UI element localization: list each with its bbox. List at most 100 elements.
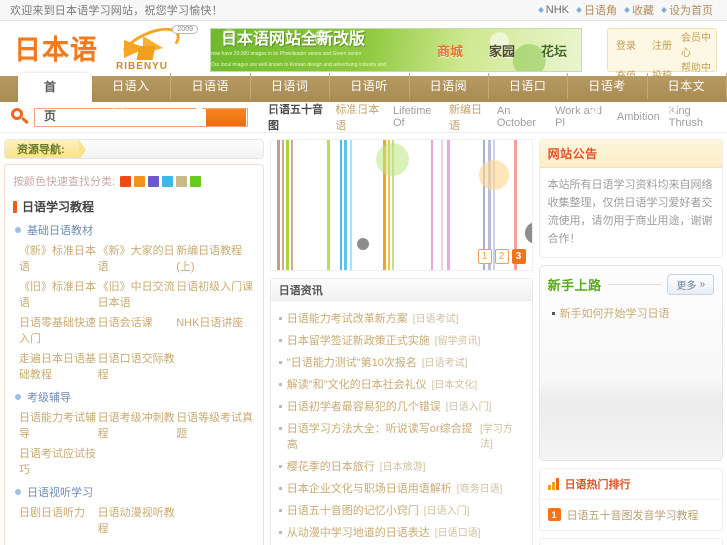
news-item[interactable]: 日本企业文化与职场日语用语解析 [商务日语] — [278, 477, 524, 499]
news-item[interactable]: 日本留学签证新政策正式实施 [留学资讯] — [278, 329, 524, 351]
quicklink-register[interactable]: 注册 — [651, 37, 673, 52]
nav-tab-listening[interactable]: 日语听力 — [330, 73, 410, 119]
sidebar-link[interactable]: NHK日语讲座 — [176, 314, 255, 346]
news-item[interactable]: 日语能力考试改革新方案 [日语考试] — [278, 307, 524, 329]
news-source: [留学资讯] — [434, 336, 481, 347]
hot-keywords: 日语五十音图 标准日本语 Lifetime Of 新编日语 An October… — [268, 101, 721, 133]
diamond-bullet-icon — [537, 7, 544, 13]
newbie-item[interactable]: 新手如何开始学习日语 — [548, 305, 714, 321]
hot-keyword[interactable]: An October — [497, 105, 546, 129]
sidebar-link[interactable]: 《旧》中日交流日本语 — [98, 278, 177, 310]
site-logo[interactable]: 日本语 RIBENYU 2009 — [14, 19, 198, 75]
banner-title: 日本语网站全新改版 — [221, 30, 366, 48]
sidebar-link[interactable]: 日语考试应试技巧 — [19, 445, 98, 477]
slideshow-page-2[interactable]: 2 — [494, 249, 509, 264]
sidebar-panel: 按颜色快速查找分类: 日语学习教程 基础日语教材 《新》标准日本语 《新》大家的… — [4, 164, 264, 545]
quicklink-member-center[interactable]: 会员中心 — [680, 29, 716, 59]
sidebar-link[interactable]: 日语零基础快速入门 — [19, 314, 98, 346]
bullet-dot-icon — [15, 489, 21, 495]
slideshow-page-1[interactable]: 1 — [477, 249, 492, 264]
banner-link-mall[interactable]: 商城 — [437, 41, 463, 60]
color-swatch-cyan[interactable] — [162, 175, 174, 187]
color-swatch-green[interactable] — [190, 175, 202, 187]
top-link-label: NHK — [545, 4, 569, 16]
news-title: 从动漫中学习地道的日语表达 — [286, 527, 430, 539]
news-title: 樱花季的日本旅行 — [286, 461, 375, 473]
sidebar-link[interactable]: 日语会话课 — [98, 314, 177, 346]
sidebar-link[interactable]: 日语考级冲刺教程 — [98, 409, 177, 441]
search-submit-button[interactable] — [205, 108, 246, 126]
nav-tab-home[interactable]: 首 页 — [18, 73, 93, 123]
top-link-favorites[interactable]: 收藏 — [623, 2, 658, 18]
sidebar-link[interactable]: 《新》大家的日语 — [98, 242, 177, 274]
news-item[interactable]: 解读"和"文化的日本社会礼仪 [日本文化] — [278, 373, 524, 395]
nav-tab-reading[interactable]: 日语阅读 — [410, 73, 489, 119]
news-item[interactable]: 日语学习方法大全：听说读写or综合提高 [学习方法] — [278, 417, 524, 455]
nav-tab-vocabulary[interactable]: 日语词汇 — [251, 73, 331, 119]
nav-tab-exams[interactable]: 日语考试 — [568, 73, 648, 119]
sidebar-link[interactable]: 日语能力考试辅导 — [19, 409, 98, 441]
news-title: 解读"和"文化的日本社会礼仪 — [286, 379, 427, 391]
top-link-japanese-corner[interactable]: 日语角 — [575, 2, 621, 18]
news-item[interactable]: 日语五十音图的记忆小窍门 [日语入门] — [278, 499, 524, 521]
logo-mark-icon: RIBENYU 2009 — [110, 19, 198, 75]
main-content: 1 2 3 日语资讯 日语能力考试改革新方案 [日语考试] 日本留学签证新政策正式… — [269, 139, 533, 545]
notice-body: 本站所有日语学习资料均来自网络收集整理，仅供日语学习爱好者交流使用，请勿用于商业… — [547, 179, 713, 246]
top-link-set-homepage[interactable]: 设为首页 — [660, 2, 717, 18]
sidebar-link[interactable]: 日语初级入门课 — [176, 278, 255, 310]
news-list: 日语能力考试改革新方案 [日语考试] 日本留学签证新政策正式实施 [留学资讯] "日… — [271, 301, 532, 545]
banner-link-forum[interactable]: 花坛 — [541, 41, 567, 60]
news-title: 日本留学签证新政策正式实施 — [286, 335, 430, 347]
notice-title: 网站公告 — [539, 140, 722, 168]
search-field-wrapper — [34, 107, 248, 127]
color-filter-label: 按颜色快速查找分类: — [13, 176, 116, 188]
section-title-text: 日语学习教程 — [22, 200, 95, 214]
sidebar-link[interactable]: 日语等级考试真题 — [176, 409, 255, 441]
news-panel: 日语资讯 日语能力考试改革新方案 [日语考试] 日本留学签证新政策正式实施 [留学资… — [269, 278, 533, 545]
promo-banner[interactable]: 日本语网站全新改版 now have 20,000 images in its … — [210, 28, 582, 72]
news-item[interactable]: 日语初学者最容易犯的几个错误 [日语入门] — [278, 395, 524, 417]
news-source: [商务日语] — [456, 484, 503, 495]
slideshow-page-3[interactable]: 3 — [511, 249, 526, 264]
hot-keyword[interactable]: Ambition — [617, 111, 660, 123]
sidebar-link[interactable]: 日语口语交际教程 — [98, 350, 177, 382]
sidebar-link[interactable]: 《新》标准日本语 — [19, 242, 98, 274]
nav-tab-grammar[interactable]: 日语语法 — [171, 73, 251, 119]
top-bar: 欢迎来到日本语学习网站，祝您学习愉快！ NHK 日语角 收藏 设为首页 — [0, 0, 727, 21]
hot-keyword[interactable]: 新编日语 — [449, 101, 488, 133]
ranking-item-row[interactable]: 1 日语五十音图发音学习教程 — [539, 498, 722, 530]
color-swatch-orange[interactable] — [134, 175, 146, 187]
sidebar-link-grid: 日剧日语听力 日语动漫视听教程 — [13, 504, 255, 536]
quicklink-login[interactable]: 登录 — [615, 37, 637, 52]
sidebar-link[interactable]: 新编日语教程(上) — [176, 242, 255, 274]
diamond-bullet-icon — [576, 7, 582, 13]
color-swatch-tan[interactable] — [176, 175, 188, 187]
bullet-icon — [278, 405, 282, 408]
news-source: [学习方法] — [479, 424, 513, 450]
news-item[interactable]: "日语能力测试"第10次报名 [日语考试] — [278, 351, 524, 373]
color-filter-row: 按颜色快速查找分类: — [13, 173, 255, 189]
sidebar-link[interactable]: 日剧日语听力 — [19, 504, 98, 536]
sidebar-tab-resources[interactable]: 资源导航: — [5, 140, 86, 158]
subsection-title-text: 基础日语教材 — [27, 225, 93, 237]
sidebar: 资源导航: 按颜色快速查找分类: 日语学习教程 基础日语教材 《新》标准日本语 … — [4, 139, 264, 545]
nav-tab-beginner[interactable]: 日语入门 — [92, 73, 172, 119]
color-swatch-purple[interactable] — [148, 175, 160, 187]
banner-link-home[interactable]: 家园 — [489, 41, 515, 60]
newbie-more-button[interactable]: 更多 » — [667, 273, 714, 295]
top-link-nhk[interactable]: NHK — [537, 4, 573, 16]
news-item[interactable]: 从动漫中学习地道的日语表达 [日语口语] — [278, 521, 524, 543]
bullet-icon — [278, 531, 282, 534]
nav-tab-culture[interactable]: 日本文化 — [648, 73, 727, 119]
banner-subtitle-2: Our local images are well known to Korea… — [211, 61, 387, 68]
news-title: 日本企业文化与职场日语用语解析 — [286, 483, 452, 495]
more-label: 更多 — [676, 280, 697, 292]
color-swatch-red[interactable] — [120, 175, 132, 187]
sidebar-link[interactable]: 《旧》标准日本语 — [19, 278, 98, 310]
news-item[interactable]: 樱花季的日本旅行 [日本旅游] — [278, 455, 524, 477]
search-bar: 日语五十音图 标准日本语 Lifetime Of 新编日语 An October… — [0, 102, 727, 133]
sidebar-link[interactable]: 走遍日本日语基础教程 — [19, 350, 98, 382]
slideshow-banner[interactable]: 1 2 3 — [269, 139, 533, 271]
nav-tab-speaking[interactable]: 日语口语 — [489, 73, 569, 119]
sidebar-link[interactable]: 日语动漫视听教程 — [98, 504, 177, 536]
